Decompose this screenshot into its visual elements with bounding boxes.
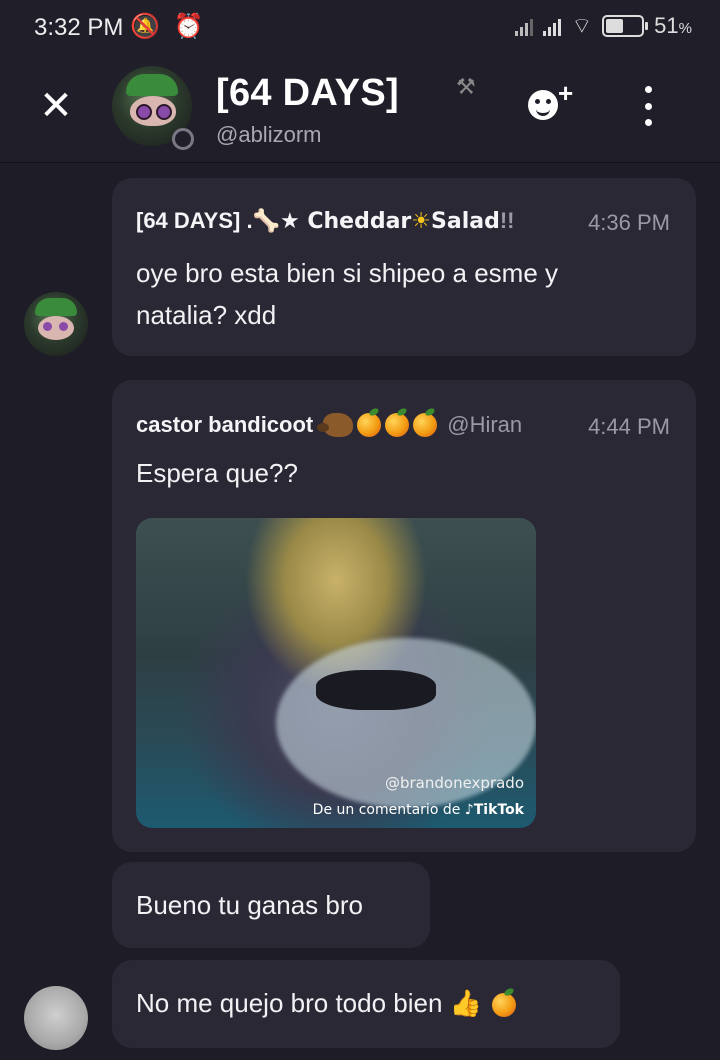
chat-header: ✕ [64 DAYS] ⚒ @ablizorm + xyxy=(0,56,720,163)
signal-icon xyxy=(543,16,562,36)
alarm-icon: ⏰ xyxy=(173,13,204,40)
add-member-icon xyxy=(528,90,558,120)
clock: 3:32 PM xyxy=(34,14,124,41)
timestamp: 4:36 PM xyxy=(588,210,670,235)
battery-percent: 51% xyxy=(654,13,692,38)
close-icon[interactable]: ✕ xyxy=(36,86,76,126)
mango-icon xyxy=(492,993,517,1018)
mute-icon: 🔕 xyxy=(130,13,160,40)
avatar[interactable] xyxy=(24,292,88,356)
status-icons: ⌔ 51% xyxy=(515,12,692,40)
message-card[interactable]: castor bandicoot @Hiran 4:44 PM Espera q… xyxy=(112,380,696,852)
message-bubble[interactable]: No me quejo bro todo bien 👍 xyxy=(112,960,620,1048)
message-text: Espera que?? xyxy=(136,458,298,488)
mango-icon xyxy=(385,413,410,437)
gif-credit: De un comentario de ♪TikTok xyxy=(312,802,524,818)
message-text: Bueno tu ganas bro xyxy=(136,890,363,920)
timestamp: 4:44 PM xyxy=(588,414,670,439)
author-name[interactable]: [64 DAYS] .🦴★ Cheddar☀Salad!! xyxy=(136,208,515,234)
hammer-icon: ⚒ xyxy=(456,74,476,99)
beaver-icon xyxy=(317,413,354,437)
add-member-button[interactable]: + xyxy=(526,78,576,122)
tiktok-icon: ♪ xyxy=(464,802,474,818)
message-bubble[interactable]: Bueno tu ganas bro xyxy=(112,862,430,948)
username: @ablizorm xyxy=(216,122,322,147)
battery-icon xyxy=(602,15,649,37)
message-card[interactable]: [64 DAYS] .🦴★ Cheddar☀Salad!! 4:36 PM oy… xyxy=(112,178,696,356)
mango-icon xyxy=(413,413,438,437)
signal-icon xyxy=(515,16,534,36)
message-text: No me quejo bro todo bien 👍 xyxy=(136,982,517,1024)
mango-icon xyxy=(357,413,382,437)
offline-status-icon xyxy=(172,128,194,150)
wifi-icon: ⌔ xyxy=(571,13,593,38)
message-text: oye bro esta bien si shipeo a esme y nat… xyxy=(136,258,559,330)
gif-handle: @brandonexprado xyxy=(384,774,524,792)
avatar[interactable] xyxy=(24,986,88,1050)
author-handle: @Hiran xyxy=(447,412,523,437)
sun-icon: ☀ xyxy=(411,208,432,233)
page-title[interactable]: [64 DAYS] xyxy=(216,72,399,115)
author-name[interactable]: castor bandicoot xyxy=(136,412,313,438)
status-bar: 3:32 PM 🔕 ⏰ ⌔ 51% xyxy=(0,0,720,56)
gif-attachment[interactable]: @brandonexprado De un comentario de ♪Tik… xyxy=(136,518,536,828)
bone-icon: 🦴 xyxy=(252,208,280,233)
more-vertical-icon[interactable] xyxy=(638,86,658,126)
